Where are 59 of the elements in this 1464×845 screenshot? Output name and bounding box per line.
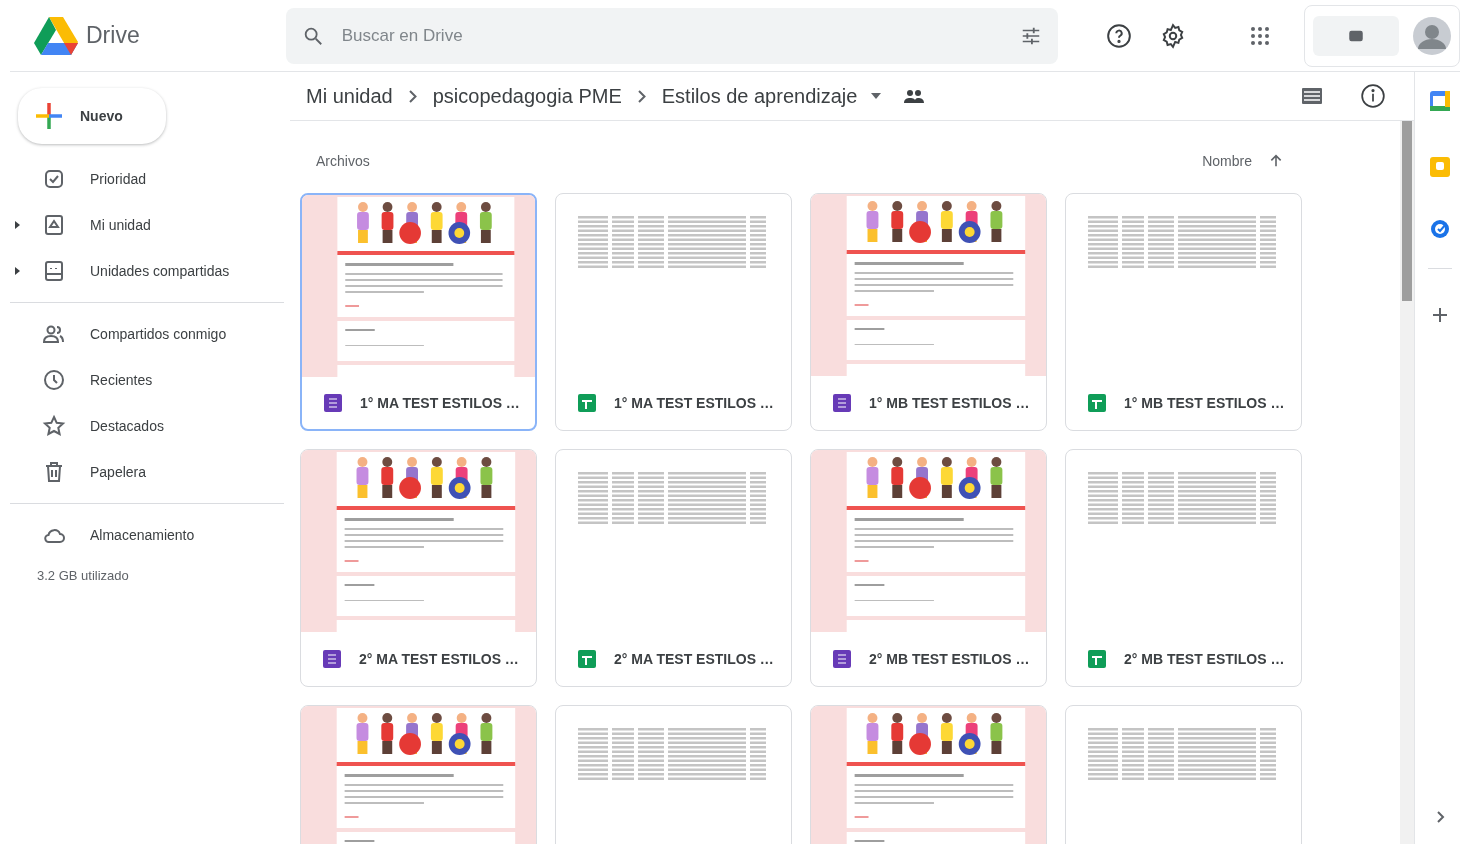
shared-drives-icon: [42, 259, 66, 283]
breadcrumb-link[interactable]: Mi unidad: [302, 81, 397, 112]
spreadsheet-file-icon: [578, 394, 596, 413]
tasks-check-icon[interactable]: [1428, 218, 1451, 240]
drive-folder-icon: [42, 213, 66, 237]
expand-triangle-icon[interactable]: [13, 221, 21, 229]
file-card[interactable]: 1° MA TEST ESTILOS …: [300, 193, 537, 432]
sidebar-item[interactable]: Papelera: [0, 449, 290, 495]
new-button[interactable]: Nuevo: [18, 88, 166, 144]
form-file-icon: [324, 394, 342, 413]
app-name: Drive: [86, 21, 140, 51]
sidebar-item[interactable]: Compartidos conmigo: [0, 311, 290, 357]
sidebar-item[interactable]: Unidades compartidas: [0, 248, 290, 294]
file-name: 1° MA TEST ESTILOS …: [360, 393, 520, 413]
shared-people-icon: [903, 88, 926, 105]
file-name: 2° MA TEST ESTILOS …: [614, 649, 774, 669]
clock-icon: [42, 368, 66, 392]
file-name: 1° MB TEST ESTILOS …: [869, 393, 1030, 413]
plus-icon: [34, 101, 64, 131]
storage-usage: 3.2 GB utilizado: [37, 567, 130, 585]
file-name: 2° MA TEST ESTILOS …: [359, 649, 519, 669]
form-file-icon: [833, 650, 851, 669]
file-card[interactable]: 1° MB TEST ESTILOS …: [1065, 193, 1302, 432]
form-file-icon: [833, 394, 851, 413]
file-card[interactable]: 1° MB TEST ESTILOS …: [810, 193, 1047, 432]
sidebar-item[interactable]: Prioridad: [0, 156, 290, 202]
file-card[interactable]: 2° MA TEST ESTILOS …: [555, 449, 792, 688]
breadcrumb-link[interactable]: psicopedagogia PME: [428, 81, 626, 112]
section-label: Archivos: [316, 151, 370, 171]
search-bar[interactable]: Buscar en Drive: [285, 7, 1059, 64]
file-card[interactable]: 2° MB TEST ESTILOS …: [1065, 449, 1302, 688]
chevron-right-icon: [408, 89, 417, 103]
sidebar-item[interactable]: Mi unidad: [0, 202, 290, 248]
form-file-icon: [323, 650, 341, 669]
breadcrumb-link[interactable]: Estilos de aprendizaje: [657, 81, 862, 112]
spreadsheet-file-icon: [1088, 394, 1106, 413]
avatar-icon[interactable]: [1413, 16, 1451, 55]
file-name: 2° MB TEST ESTILOS …: [869, 649, 1030, 669]
file-name: 2° MB TEST ESTILOS …: [1124, 649, 1285, 669]
file-card[interactable]: 2° MB TEST ESTILOS …: [810, 449, 1047, 688]
priority-icon: [42, 167, 66, 191]
expand-triangle-icon[interactable]: [13, 267, 21, 275]
sidebar-item[interactable]: Almacenamiento: [0, 512, 290, 558]
sort-button[interactable]: Nombre: [1196, 147, 1290, 176]
scrollbar[interactable]: [1400, 121, 1414, 844]
star-icon: [42, 414, 66, 438]
spreadsheet-file-icon: [1088, 650, 1106, 669]
calendar-icon[interactable]: [1428, 90, 1451, 112]
file-card[interactable]: 2° MA TEST ESTILOS …: [300, 449, 537, 688]
chevron-right-icon: [637, 89, 646, 103]
drive-logo-icon: [34, 16, 78, 55]
spreadsheet-file-icon: [578, 650, 596, 669]
search-field[interactable]: Buscar en Drive: [339, 21, 1005, 50]
sidebar-item[interactable]: Destacados: [0, 403, 290, 449]
sidebar-item[interactable]: Recientes: [0, 357, 290, 403]
file-card[interactable]: 1° MA TEST ESTILOS …: [555, 193, 792, 432]
account-switcher[interactable]: [1313, 15, 1400, 56]
file-name: 1° MB TEST ESTILOS …: [1124, 393, 1285, 413]
file-name: 1° MA TEST ESTILOS …: [614, 393, 774, 413]
